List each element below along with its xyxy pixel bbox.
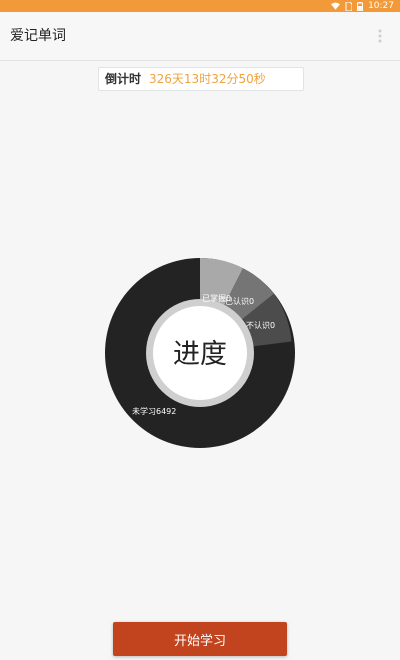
countdown-box: 倒计时 326天13时32分50秒 [98,67,304,91]
status-bar: 10:27 [0,0,400,12]
label-not-learned: 未学习6492 [132,406,176,416]
status-time: 10:27 [368,1,394,11]
start-learning-button[interactable]: 开始学习 [113,622,287,656]
progress-donut-svg: 已掌握0 已认识0 不认识0 未学习6492 进度 [105,257,295,448]
battery-icon [357,1,364,11]
progress-donut-chart: 已掌握0 已认识0 不认识0 未学习6492 进度 [105,257,295,448]
app-title: 爱记单词 [10,28,66,44]
wifi-icon [331,2,341,10]
countdown-value: 326天13时32分50秒 [149,72,266,86]
countdown-label: 倒计时 [105,72,142,86]
no-sim-icon [345,1,353,11]
overflow-menu-icon[interactable] [370,26,390,46]
label-known: 已认识0 [225,296,254,306]
label-unknown: 不认识0 [246,320,275,330]
donut-center-label: 进度 [173,339,227,370]
status-icons: 10:27 [331,0,394,12]
app-bar: 爱记单词 [0,12,400,61]
